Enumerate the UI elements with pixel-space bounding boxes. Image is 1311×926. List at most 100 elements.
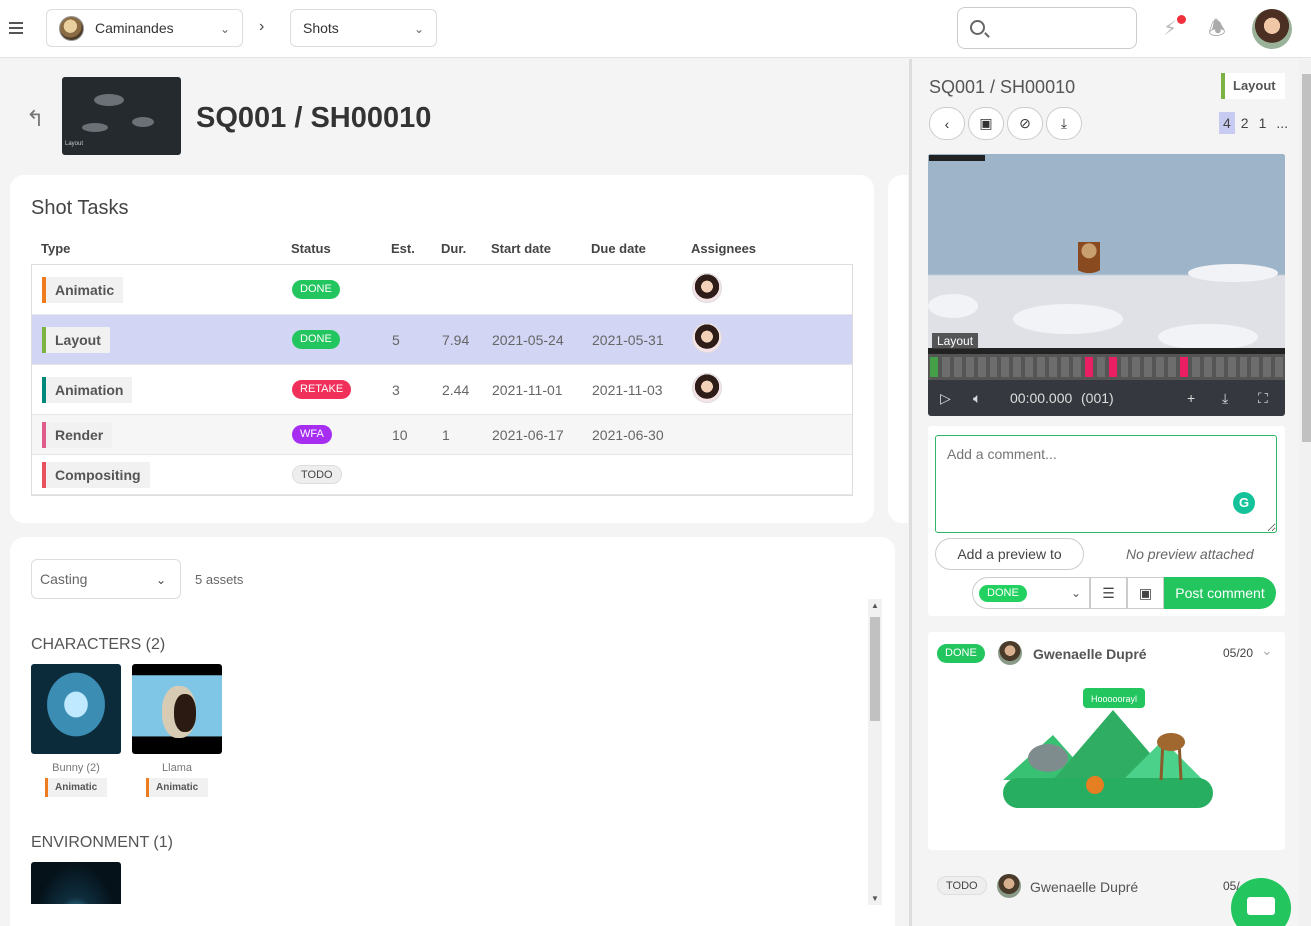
timeline-frame[interactable] — [977, 357, 986, 377]
scroll-thumb[interactable] — [870, 617, 880, 721]
scroll-thumb[interactable] — [1302, 74, 1311, 442]
timeline-frame[interactable] — [1275, 357, 1284, 377]
table-row[interactable]: Layout DONE 5 7.94 2021-05-24 2021-05-31 — [32, 315, 852, 365]
timeline-frame[interactable] — [1156, 357, 1165, 377]
asset-card[interactable]: Bunny (2) Animatic — [31, 664, 121, 797]
panel-task-type: Layout — [1221, 73, 1285, 99]
grammarly-icon[interactable]: G — [1233, 492, 1255, 514]
timeline-frame[interactable] — [941, 357, 950, 377]
task-status[interactable]: TODO — [292, 465, 342, 484]
annotation-marker[interactable] — [1180, 357, 1188, 377]
timeline-frame[interactable] — [1120, 357, 1129, 377]
timeline-frame[interactable] — [1263, 357, 1272, 377]
post-comment-button[interactable]: Post comment — [1164, 577, 1276, 609]
annotation-marker[interactable] — [1084, 357, 1093, 377]
timeline-frame[interactable] — [989, 357, 998, 377]
back-arrow-icon[interactable]: ↰ — [26, 106, 44, 132]
revision-tab[interactable]: 2 — [1237, 112, 1253, 134]
asset-card[interactable] — [31, 862, 121, 904]
revision-tab-more[interactable]: ... — [1272, 112, 1292, 134]
chevron-down-icon[interactable]: ⌄ — [1261, 642, 1273, 659]
revision-tab[interactable]: 1 — [1255, 112, 1271, 134]
eye-off-icon[interactable]: ⊘ — [1007, 107, 1043, 140]
timeline-frame[interactable] — [1251, 357, 1260, 377]
revision-tab[interactable]: 4 — [1219, 112, 1235, 134]
section-selector[interactable]: Shots ⌄ — [290, 9, 437, 47]
table-row[interactable]: Compositing TODO — [32, 455, 852, 495]
author-avatar — [998, 641, 1022, 665]
comment-input[interactable] — [935, 435, 1277, 533]
table-row[interactable]: Animation RETAKE 3 2.44 2021-11-01 2021-11-03 — [32, 365, 852, 415]
notification-dot — [1177, 15, 1186, 24]
timeline-frame[interactable] — [1144, 357, 1153, 377]
assignee-avatar[interactable] — [692, 273, 722, 303]
annotation-marker[interactable] — [1108, 357, 1117, 377]
task-type-chip[interactable]: Animatic — [42, 277, 124, 303]
timeline-frame[interactable] — [1060, 357, 1069, 377]
timeline-frame[interactable] — [1239, 357, 1248, 377]
checklist-icon[interactable]: ☰ — [1090, 577, 1127, 609]
timeline-frame[interactable] — [1132, 357, 1141, 377]
casting-mode-label: Casting — [40, 571, 88, 587]
scroll-up-icon[interactable]: ▲ — [871, 601, 879, 610]
timeline-frame[interactable] — [1168, 357, 1177, 377]
player-controls: ▷ 🔈︎ 00:00.000 (001) + ⤓ ⛶ — [928, 382, 1285, 416]
timeline-frame[interactable] — [930, 357, 938, 377]
timeline-frame[interactable] — [1072, 357, 1081, 377]
task-type-chip[interactable]: Render — [42, 422, 113, 448]
previous-icon[interactable]: ‹ — [929, 107, 965, 140]
casting-mode-selector[interactable]: Casting ⌄ — [31, 559, 181, 599]
play-icon[interactable]: ▷ — [940, 390, 951, 407]
assignee-avatar[interactable] — [692, 373, 722, 403]
timeline-frame[interactable] — [1001, 357, 1010, 377]
timeline-frame[interactable] — [1025, 357, 1034, 377]
table-row[interactable]: Animatic DONE — [32, 265, 852, 315]
task-start-date: 2021-05-24 — [492, 332, 564, 348]
user-avatar[interactable] — [1252, 9, 1292, 49]
news-icon[interactable]: ⚡︎ — [1163, 16, 1177, 41]
thumbnail-label: Layout — [65, 141, 84, 147]
timeline-frame[interactable] — [1203, 357, 1212, 377]
task-status[interactable]: RETAKE — [292, 380, 352, 399]
frame-number: (001) — [1081, 390, 1114, 406]
status-selector[interactable]: DONE ⌄ — [972, 577, 1090, 609]
task-status[interactable]: DONE — [292, 280, 340, 299]
menu-icon[interactable] — [9, 22, 23, 36]
timeline-frame[interactable] — [1215, 357, 1224, 377]
attach-image-icon[interactable]: ▣ — [1127, 577, 1164, 609]
task-type-chip[interactable]: Compositing — [42, 462, 150, 488]
timeline-frame[interactable] — [1227, 357, 1236, 377]
timeline-frame[interactable] — [953, 357, 962, 377]
search-input[interactable] — [957, 7, 1137, 49]
timeline-frame[interactable] — [1191, 357, 1200, 377]
timeline-frame[interactable] — [1037, 357, 1046, 377]
table-row[interactable]: Render WFA 10 1 2021-06-17 2021-06-30 — [32, 415, 852, 455]
video-player[interactable]: Layout ▷ 🔈︎ 00:00.000 (001) + ⤓ ⛶ — [928, 154, 1285, 416]
col-est: Est. — [391, 241, 415, 256]
download-icon[interactable]: ⤓ — [1222, 390, 1228, 407]
volume-icon[interactable]: 🔈︎ — [973, 390, 981, 407]
annotation-timeline[interactable] — [928, 354, 1285, 380]
assignee-avatar[interactable] — [692, 323, 722, 353]
panel-scrollbar[interactable] — [1299, 59, 1311, 926]
bell-icon[interactable]: 🕭︎ — [1208, 14, 1226, 48]
chat-icon[interactable] — [1231, 878, 1291, 926]
image-icon[interactable]: ▣ — [968, 107, 1004, 140]
download-icon[interactable]: ⤓ — [1046, 107, 1082, 140]
production-selector[interactable]: Caminandes ⌄ — [46, 9, 243, 47]
add-icon[interactable]: + — [1187, 390, 1195, 406]
timeline-frame[interactable] — [1096, 357, 1105, 377]
timeline-frame[interactable] — [965, 357, 974, 377]
task-status[interactable]: WFA — [292, 425, 332, 444]
task-due-date: 2021-05-31 — [592, 332, 664, 348]
task-type-chip[interactable]: Layout — [42, 327, 110, 353]
task-type-chip[interactable]: Animation — [42, 377, 133, 403]
fullscreen-icon[interactable]: ⛶ — [1258, 390, 1268, 407]
timeline-frame[interactable] — [1013, 357, 1022, 377]
scroll-down-icon[interactable]: ▼ — [871, 894, 879, 903]
timeline-frame[interactable] — [1049, 357, 1057, 377]
add-preview-button[interactable]: Add a preview to publish — [935, 538, 1084, 592]
task-status[interactable]: DONE — [292, 330, 340, 349]
asset-card[interactable]: Llama Animatic — [132, 664, 222, 797]
casting-scrollbar[interactable]: ▲ ▼ — [868, 599, 882, 905]
